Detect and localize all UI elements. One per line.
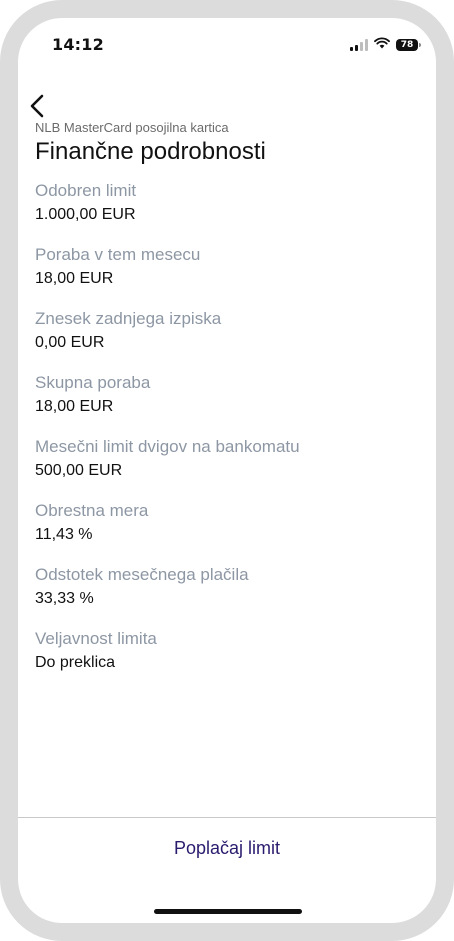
detail-atm-limit: Mesečni limit dvigov na bankomatu 500,00… (35, 437, 415, 501)
detail-label: Znesek zadnjega izpiska (35, 309, 222, 328)
home-indicator[interactable] (154, 909, 302, 914)
footer-divider (18, 817, 436, 818)
detail-value: 500,00 EUR (35, 462, 123, 479)
detail-label: Odobren limit (35, 181, 137, 200)
detail-label: Odstotek mesečnega plačila (35, 565, 249, 584)
detail-value: 18,00 EUR (35, 270, 114, 287)
detail-label: Obrestna mera (35, 501, 149, 520)
detail-value: 11,43 % (35, 526, 93, 543)
device-frame: 14:12 78 NLB MasterCard posojilna kartic… (0, 0, 454, 941)
detail-interest-rate: Obrestna mera 11,43 % (35, 501, 415, 565)
detail-label: Skupna poraba (35, 373, 151, 392)
signal-icon (350, 39, 368, 51)
repay-limit-button[interactable]: Poplačaj limit (18, 838, 436, 859)
status-time: 14:12 (52, 35, 104, 54)
detail-label: Mesečni limit dvigov na bankomatu (35, 437, 300, 456)
financial-details-list: Odobren limit 1.000,00 EUR Poraba v tem … (35, 181, 415, 693)
back-button[interactable] (26, 92, 50, 120)
detail-value: 1.000,00 EUR (35, 206, 136, 223)
status-bar: 14:12 78 (18, 18, 436, 74)
detail-value: 18,00 EUR (35, 398, 114, 415)
detail-value: Do preklica (35, 654, 116, 671)
detail-total-spending: Skupna poraba 18,00 EUR (35, 373, 415, 437)
detail-value: 0,00 EUR (35, 334, 105, 351)
wifi-icon (374, 36, 390, 54)
back-chevron-icon (30, 94, 44, 118)
detail-label: Poraba v tem mesecu (35, 245, 201, 264)
card-name: NLB MasterCard posojilna kartica (35, 120, 229, 135)
detail-label: Veljavnost limita (35, 629, 157, 648)
detail-monthly-spending: Poraba v tem mesecu 18,00 EUR (35, 245, 415, 309)
page-title: Finančne podrobnosti (35, 138, 266, 165)
status-icons: 78 (350, 36, 421, 54)
detail-last-statement: Znesek zadnjega izpiska 0,00 EUR (35, 309, 415, 373)
detail-approved-limit: Odobren limit 1.000,00 EUR (35, 181, 415, 245)
battery-icon: 78 (396, 39, 421, 51)
detail-limit-validity: Veljavnost limita Do preklica (35, 629, 415, 693)
detail-monthly-payment-percent: Odstotek mesečnega plačila 33,33 % (35, 565, 415, 629)
detail-value: 33,33 % (35, 590, 94, 607)
phone-screen: 14:12 78 NLB MasterCard posojilna kartic… (0, 0, 454, 941)
